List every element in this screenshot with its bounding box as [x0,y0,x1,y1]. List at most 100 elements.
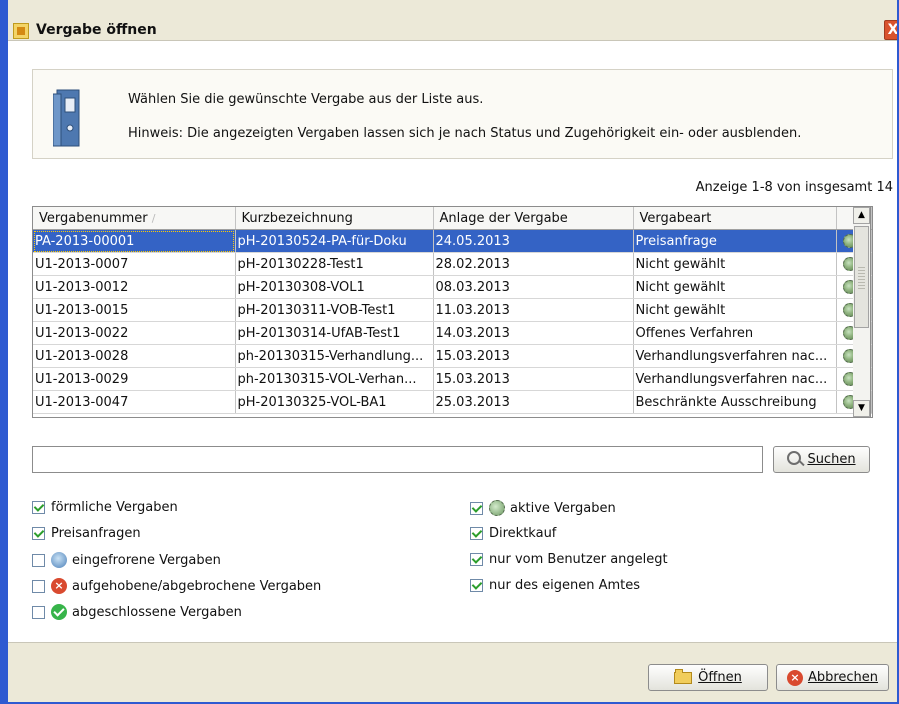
cancel-icon: × [786,669,803,686]
filter-price-requests[interactable]: Preisanfragen [32,526,141,541]
app-icon [13,23,29,39]
checkbox[interactable] [32,579,45,593]
title-bar: Vergabe öffnen X [8,0,897,41]
cell-type: Nicht gewählt [633,298,837,322]
cell-type: Verhandlungsverfahren nac... [633,344,837,368]
active-gear-icon [489,500,505,516]
table-header-row: Vergabenummer / Kurzbezeichnung Anlage d… [33,207,872,230]
filter-label: nur des eigenen Amtes [489,578,641,593]
cell-date: 15.03.2013 [433,344,634,368]
filter-label: förmliche Vergaben [51,500,178,515]
cell-short-name: pH-20130311-VOB-Test1 [235,298,434,322]
open-button[interactable]: Öffnen [648,664,768,691]
checkbox[interactable] [32,527,45,540]
table-row[interactable]: U1-2013-0015 pH-20130311-VOB-Test1 11.03… [33,298,872,322]
filter-active[interactable]: aktive Vergaben [470,500,616,516]
cell-type: Verhandlungsverfahren nac... [633,367,837,391]
cell-type: Preisanfrage [633,229,837,253]
table-row[interactable]: U1-2013-0028 ph-20130315-Verhandlung... … [33,344,872,368]
window-title: Vergabe öffnen [36,22,157,38]
scroll-thumb[interactable] [854,226,869,328]
grip-icon [858,267,865,289]
cell-short-name: pH-20130524-PA-für-Doku [235,229,434,253]
table-row[interactable]: U1-2013-0007 pH-20130228-Test1 28.02.201… [33,252,872,276]
result-count: Anzeige 1-8 von insgesamt 14 [695,180,893,195]
checkbox[interactable] [32,553,45,567]
cell-short-name: pH-20130325-VOL-BA1 [235,390,434,414]
filter-direct-purchase[interactable]: Direktkauf [470,526,556,541]
cell-date: 14.03.2013 [433,321,634,345]
checkbox[interactable] [470,527,483,540]
table-row[interactable]: U1-2013-0012 pH-20130308-VOL1 08.03.2013… [33,275,872,299]
filter-cancelled[interactable]: × aufgehobene/abgebrochene Vergaben [32,578,321,594]
cell-short-name: ph-20130315-Verhandlung... [235,344,434,368]
table-scrollbar[interactable]: ▲ ▼ [853,206,871,418]
binder-icon [53,89,80,147]
cell-number: U1-2013-0012 [33,275,236,299]
cell-date: 15.03.2013 [433,367,634,391]
column-header-label: Vergabenummer [39,210,148,226]
completed-icon [51,604,67,620]
cancel-button-label: Abbrechen [807,670,879,685]
cancel-button[interactable]: × Abbrechen [776,664,889,691]
magnifier-icon [787,450,802,465]
cell-date: 28.02.2013 [433,252,634,276]
filter-own-user[interactable]: nur vom Benutzer angelegt [470,552,668,567]
results-table: Vergabenummer / Kurzbezeichnung Anlage d… [32,206,873,418]
checkbox[interactable] [32,605,45,619]
search-button-label: Suchen [807,452,856,467]
cell-date: 08.03.2013 [433,275,634,299]
cell-type: Beschränkte Ausschreibung [633,390,837,414]
hint-text: Hinweis: Die angezeigten Vergaben lassen… [128,126,802,141]
open-button-label: Öffnen [698,670,742,685]
search-input[interactable] [32,446,763,473]
cell-date: 25.03.2013 [433,390,634,414]
search-button[interactable]: Suchen [773,446,870,473]
table-row[interactable]: PA-2013-00001 pH-20130524-PA-für-Doku 24… [33,229,872,253]
cancelled-icon: × [51,578,67,594]
cell-number: U1-2013-0047 [33,390,236,414]
checkbox[interactable] [32,501,45,514]
button-bar: Öffnen × Abbrechen [8,642,897,702]
filter-completed[interactable]: abgeschlossene Vergaben [32,604,242,620]
scroll-down-button[interactable]: ▼ [853,400,870,417]
close-button[interactable]: X [884,20,897,40]
filter-label: Preisanfragen [51,526,141,541]
checkbox[interactable] [470,579,483,592]
cell-date: 11.03.2013 [433,298,634,322]
column-header[interactable]: Anlage der Vergabe [433,207,634,230]
filter-frozen[interactable]: eingefrorene Vergaben [32,552,221,568]
cell-short-name: pH-20130228-Test1 [235,252,434,276]
cell-type: Nicht gewählt [633,252,837,276]
info-text: Wählen Sie die gewünschte Vergabe aus de… [128,92,484,107]
filter-own-office[interactable]: nur des eigenen Amtes [470,578,640,593]
column-header[interactable]: Vergabenummer / [33,207,236,230]
table-row[interactable]: U1-2013-0022 pH-20130314-UfAB-Test1 14.0… [33,321,872,345]
cell-number: U1-2013-0015 [33,298,236,322]
filter-label: aufgehobene/abgebrochene Vergaben [72,578,322,594]
checkbox[interactable] [470,553,483,566]
cell-type: Nicht gewählt [633,275,837,299]
table-row[interactable]: U1-2013-0029 ph-20130315-VOL-Verhan... 1… [33,367,872,391]
frozen-icon [51,552,67,568]
table-row[interactable]: U1-2013-0047 pH-20130325-VOL-BA1 25.03.2… [33,390,872,414]
column-header[interactable]: Vergabeart [633,207,837,230]
cell-number: U1-2013-0029 [33,367,236,391]
filter-label: Direktkauf [489,526,557,541]
filter-label: eingefrorene Vergaben [72,552,221,568]
folder-open-icon [674,668,693,684]
scroll-up-button[interactable]: ▲ [853,207,870,224]
cell-number: U1-2013-0007 [33,252,236,276]
filter-label: nur vom Benutzer angelegt [489,552,668,567]
cell-short-name: pH-20130314-UfAB-Test1 [235,321,434,345]
cell-number: U1-2013-0028 [33,344,236,368]
cell-date: 24.05.2013 [433,229,634,253]
cell-short-name: pH-20130308-VOL1 [235,275,434,299]
column-header[interactable]: Kurzbezeichnung [235,207,434,230]
checkbox[interactable] [470,501,483,515]
filter-formal-tenders[interactable]: förmliche Vergaben [32,500,178,515]
cell-short-name: ph-20130315-VOL-Verhan... [235,367,434,391]
cell-number: PA-2013-00001 [33,229,236,253]
sort-asc-icon: / [151,211,156,225]
dialog-content: Wählen Sie die gewünschte Vergabe aus de… [8,41,897,642]
